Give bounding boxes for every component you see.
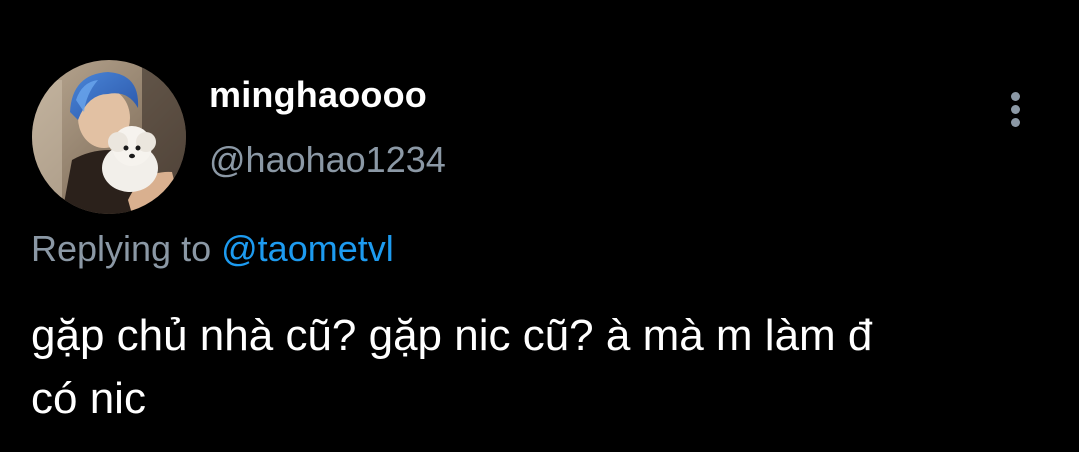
more-dot <box>1011 92 1020 101</box>
tweet-text-line: gặp chủ nhà cũ? gặp nic cũ? à mà m làm đ <box>31 311 873 360</box>
user-handle: @haohao1234 <box>209 139 446 180</box>
tweet-text-line: có nic <box>31 374 146 423</box>
more-dot <box>1011 105 1020 114</box>
avatar-image <box>32 60 186 214</box>
more-vertical-icon[interactable] <box>996 84 1036 134</box>
replying-to: Replying to @taometvl <box>31 228 394 270</box>
tweet-text: gặp chủ nhà cũ? gặp nic cũ? à mà m làm đ… <box>31 304 1061 430</box>
reply-mention-link[interactable]: @taometvl <box>221 228 394 269</box>
replying-to-label: Replying to <box>31 228 212 269</box>
avatar[interactable] <box>32 60 186 214</box>
display-name[interactable]: minghaoooo <box>209 74 427 116</box>
tweet-card: minghaoooo @haohao1234 Replying to @taom… <box>0 0 1079 452</box>
more-dot <box>1011 118 1020 127</box>
